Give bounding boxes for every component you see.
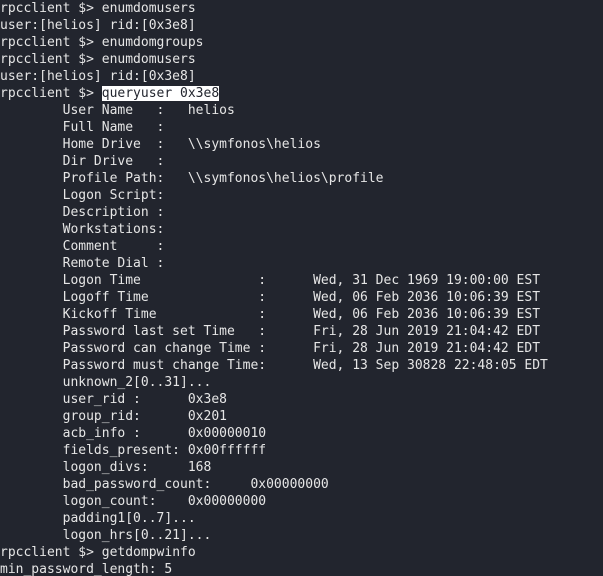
terminal-output-line: Password last set Time : Fri, 28 Jun 201… <box>0 323 603 340</box>
terminal-output-line: unknown_2[0..31]... <box>0 374 603 391</box>
terminal-output-line: min_password_length: 5 <box>0 561 603 576</box>
output-text: Profile Path: \\symfonos\helios\profile <box>0 171 384 186</box>
shell-prompt: rpcclient $> <box>0 545 102 560</box>
output-text: logon_hrs[0..21]... <box>0 528 212 543</box>
selected-command-text[interactable]: queryuser 0x3e8 <box>101 86 220 101</box>
terminal-output-line: user:[helios] rid:[0x3e8] <box>0 17 603 34</box>
terminal-output-line: Kickoff Time : Wed, 06 Feb 2036 10:06:39… <box>0 306 603 323</box>
terminal-output-line: padding1[0..7]... <box>0 510 603 527</box>
command-text[interactable]: enumdomgroups <box>102 35 204 50</box>
output-text: Logon Script: <box>0 188 165 203</box>
terminal-output-line: logon_count: 0x00000000 <box>0 493 603 510</box>
output-text: Full Name : <box>0 120 165 135</box>
output-text: padding1[0..7]... <box>0 511 196 526</box>
output-text: user:[helios] rid:[0x3e8] <box>0 69 196 84</box>
terminal-output-line: Logoff Time : Wed, 06 Feb 2036 10:06:39 … <box>0 289 603 306</box>
command-text[interactable]: enumdomusers <box>102 1 196 16</box>
output-text: Remote Dial : <box>0 256 165 271</box>
output-text: unknown_2[0..31]... <box>0 375 212 390</box>
terminal-output-line: Password can change Time : Fri, 28 Jun 2… <box>0 340 603 357</box>
command-text[interactable]: enumdomusers <box>102 52 196 67</box>
output-text: Logoff Time : Wed, 06 Feb 2036 10:06:39 … <box>0 290 541 305</box>
shell-prompt: rpcclient $> <box>0 52 102 67</box>
terminal-output-line: Password must change Time: Wed, 13 Sep 3… <box>0 357 603 374</box>
output-text: Password last set Time : Fri, 28 Jun 201… <box>0 324 541 339</box>
output-text: Home Drive : \\symfonos\helios <box>0 137 321 152</box>
terminal-output-line: user:[helios] rid:[0x3e8] <box>0 68 603 85</box>
terminal-output-line: Dir Drive : <box>0 153 603 170</box>
output-text: Dir Drive : <box>0 154 165 169</box>
terminal-output-line: bad_password_count: 0x00000000 <box>0 476 603 493</box>
terminal-output-line: logon_divs: 168 <box>0 459 603 476</box>
terminal-output-line: Logon Script: <box>0 187 603 204</box>
output-text: fields_present: 0x00ffffff <box>0 443 267 458</box>
output-text: Password must change Time: Wed, 13 Sep 3… <box>0 358 548 373</box>
terminal-output-line: Full Name : <box>0 119 603 136</box>
terminal-output-line: Workstations: <box>0 221 603 238</box>
terminal-prompt-line: rpcclient $> queryuser 0x3e8 <box>0 85 603 102</box>
terminal-output-line: Comment : <box>0 238 603 255</box>
output-text: Workstations: <box>0 222 165 237</box>
output-text: min_password_length: 5 <box>0 562 173 576</box>
output-text: group_rid: 0x201 <box>0 409 227 424</box>
output-text: User Name : helios <box>0 103 235 118</box>
shell-prompt: rpcclient $> <box>0 86 102 101</box>
terminal-prompt-line: rpcclient $> enumdomusers <box>0 51 603 68</box>
output-text: logon_count: 0x00000000 <box>0 494 267 509</box>
shell-prompt: rpcclient $> <box>0 1 102 16</box>
terminal-prompt-line: rpcclient $> enumdomusers <box>0 0 603 17</box>
terminal-output-line: Remote Dial : <box>0 255 603 272</box>
terminal-output-line: fields_present: 0x00ffffff <box>0 442 603 459</box>
terminal-output-line: acb_info : 0x00000010 <box>0 425 603 442</box>
shell-prompt: rpcclient $> <box>0 35 102 50</box>
terminal-output-line: User Name : helios <box>0 102 603 119</box>
terminal-output-line: logon_hrs[0..21]... <box>0 527 603 544</box>
output-text: logon_divs: 168 <box>0 460 212 475</box>
output-text: Comment : <box>0 239 165 254</box>
terminal-output-line: Description : <box>0 204 603 221</box>
terminal-window[interactable]: rpcclient $> enumdomusers user:[helios] r… <box>0 0 603 576</box>
output-text: Kickoff Time : Wed, 06 Feb 2036 10:06:39… <box>0 307 541 322</box>
terminal-output-line: Home Drive : \\symfonos\helios <box>0 136 603 153</box>
output-text: Password can change Time : Fri, 28 Jun 2… <box>0 341 541 356</box>
terminal-output-line: Logon Time : Wed, 31 Dec 1969 19:00:00 E… <box>0 272 603 289</box>
output-text: user:[helios] rid:[0x3e8] <box>0 18 196 33</box>
terminal-output-line: Profile Path: \\symfonos\helios\profile <box>0 170 603 187</box>
output-text: user_rid : 0x3e8 <box>0 392 227 407</box>
output-text: Description : <box>0 205 165 220</box>
terminal-prompt-line: rpcclient $> enumdomgroups <box>0 34 603 51</box>
output-text: acb_info : 0x00000010 <box>0 426 267 441</box>
terminal-prompt-line: rpcclient $> getdompwinfo <box>0 544 603 561</box>
terminal-output-line: user_rid : 0x3e8 <box>0 391 603 408</box>
terminal-output-line: group_rid: 0x201 <box>0 408 603 425</box>
output-text: Logon Time : Wed, 31 Dec 1969 19:00:00 E… <box>0 273 541 288</box>
command-text[interactable]: getdompwinfo <box>102 545 196 560</box>
output-text: bad_password_count: 0x00000000 <box>0 477 329 492</box>
